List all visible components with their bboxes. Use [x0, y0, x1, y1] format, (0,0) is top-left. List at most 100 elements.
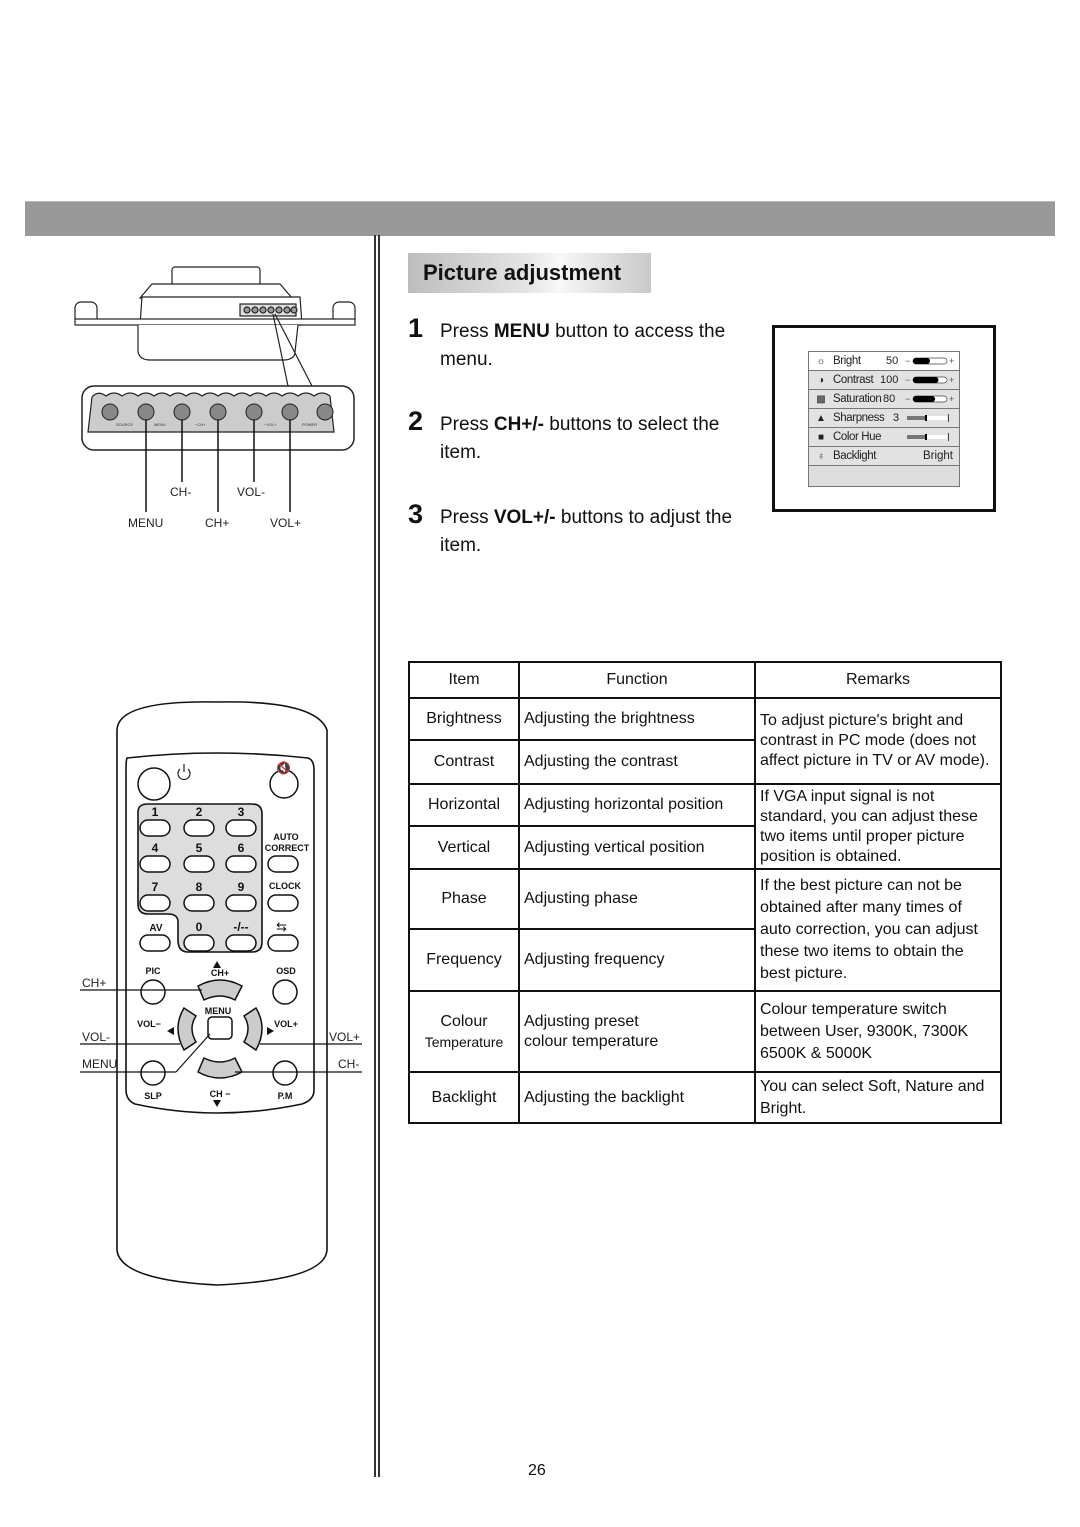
osd-slider[interactable]: − + [905, 356, 955, 366]
svg-text:AUTO: AUTO [273, 832, 298, 842]
monitor-controls-illustration: SOURCE MENU −CH+ −VOL+ POWER [74, 266, 356, 512]
table-row: Horizontal Adjusting horizontal position… [408, 783, 1002, 870]
step-3: 3 Press VOL+/- buttons to adjust the ite… [408, 499, 733, 556]
osd-slider-fill [907, 416, 927, 420]
osd-item-label: Color Hue [833, 431, 882, 443]
sharpness-icon: ▲ [816, 412, 826, 424]
callout-menu: MENU [128, 516, 164, 530]
svg-text:−: − [905, 375, 910, 385]
callout-ch-minus: CH- [170, 485, 192, 499]
svg-text:6: 6 [238, 841, 245, 855]
step-2: 2 Press CH+/- buttons to select the item… [408, 406, 720, 463]
contrast-icon: ◑ [817, 374, 825, 386]
osd-slider[interactable] [905, 432, 955, 442]
svg-text:5: 5 [196, 841, 203, 855]
svg-text:4: 4 [152, 841, 159, 855]
osd-item-label: Saturation [833, 393, 882, 405]
backlight-icon: ♁ [817, 450, 825, 462]
table-row: Backlight Adjusting the backlight You ca… [408, 1071, 1002, 1124]
svg-text:PIC: PIC [145, 966, 161, 976]
power-button-icon [316, 403, 334, 421]
osd-slider-fill [913, 377, 939, 383]
svg-text:−CH+: −CH+ [195, 422, 206, 427]
column-divider [374, 235, 380, 1477]
table-row: Phase Adjusting phase If the best pictur… [408, 868, 1002, 992]
osd-item-label: Bright [833, 355, 861, 367]
table-row: Colour Temperature Adjusting preset colour… [408, 990, 1002, 1073]
section-title: Picture adjustment [408, 253, 651, 293]
osd-item-bright[interactable]: ☼ Bright 50− + [809, 352, 959, 371]
osd-button [272, 979, 298, 1005]
brightness-icon: ☼ [816, 355, 826, 367]
source-button-icon [101, 403, 119, 421]
page-number: 26 [528, 1462, 546, 1479]
svg-text:+: + [949, 394, 954, 404]
callout-vol-minus: VOL- [237, 485, 266, 499]
slp-button [140, 1060, 166, 1086]
color-hue-icon: ■ [817, 431, 825, 443]
picture-adjustment-table: Item Function Remarks Brightness Adjusti… [408, 661, 1002, 1124]
saturation-icon: ▩ [816, 393, 826, 405]
svg-text:2: 2 [196, 805, 203, 819]
mute-icon: 🔇 [276, 761, 291, 775]
menu-button-icon [137, 403, 155, 421]
swap-icon: ⇆ [276, 919, 287, 934]
svg-text:−VOL+: −VOL+ [264, 422, 277, 427]
osd-item-sharpness[interactable]: ▲ Sharpness 3 [809, 409, 959, 428]
svg-text:CLOCK: CLOCK [269, 881, 301, 891]
header-item: Item [408, 661, 520, 699]
menu-button [207, 1016, 233, 1040]
header-remarks: Remarks [754, 661, 1002, 699]
table-row: Brightness Adjusting the brightness To a… [408, 697, 1002, 785]
remote-callout-menu: MENU [82, 1057, 118, 1071]
remote-callout-vol-minus: VOL- [82, 1030, 111, 1044]
osd-item-value: Bright [922, 450, 953, 462]
svg-text:OSD: OSD [276, 966, 296, 976]
svg-text:CH+: CH+ [211, 968, 229, 978]
osd-item-label: Backlight [833, 450, 877, 462]
osd-item-value: 100 [880, 374, 899, 386]
pm-button [272, 1060, 298, 1086]
svg-text:0: 0 [196, 920, 203, 934]
remote-callout-ch-minus: CH- [338, 1057, 360, 1071]
pic-button [140, 979, 166, 1005]
svg-text:+: + [949, 375, 954, 385]
osd-slider-fill [907, 435, 927, 439]
svg-text:POWER: POWER [302, 422, 317, 427]
svg-text:1: 1 [152, 805, 159, 819]
callout-vol-plus: VOL+ [270, 516, 302, 530]
remote-callout-vol-plus: VOL+ [329, 1030, 361, 1044]
osd-menu: ☼ Bright 50− + ◑ Contrast 100− + ▩ Saturation 80− +… [808, 351, 960, 487]
svg-text:VOL+: VOL+ [274, 1019, 298, 1029]
osd-slider-fill [913, 358, 930, 364]
header-function: Function [518, 661, 756, 699]
svg-text:7: 7 [152, 880, 159, 894]
svg-text:CORRECT: CORRECT [265, 843, 310, 853]
monitor-stand-top [171, 266, 261, 286]
osd-item-value: 50 [886, 355, 899, 367]
remote-callout-ch-plus: CH+ [82, 976, 107, 990]
step-1: 1 Press MENU button to access the menu. [408, 313, 726, 370]
osd-item-label: Contrast [833, 374, 874, 386]
svg-text:AV: AV [149, 923, 162, 934]
svg-text:-/--: -/-- [233, 920, 248, 934]
osd-item-saturation[interactable]: ▩ Saturation 80− + [809, 390, 959, 409]
svg-text:SOURCE: SOURCE [116, 422, 133, 427]
svg-text:−: − [905, 394, 910, 404]
svg-text:MENU: MENU [205, 1006, 232, 1016]
svg-text:−: − [905, 356, 910, 366]
osd-slider[interactable] [905, 413, 955, 423]
callout-ch-plus: CH+ [205, 516, 230, 530]
osd-slider[interactable]: − + [905, 394, 955, 404]
svg-text:+: + [949, 356, 954, 366]
svg-text:3: 3 [238, 805, 245, 819]
osd-item-value: 3 [893, 412, 900, 424]
osd-slider[interactable]: − + [905, 375, 955, 385]
remote-control-illustration: 🔇 1 2 3 4 5 6 7 8 9 AV 0 -/-- AUTOCORRECT CLOCK P… [80, 701, 362, 1286]
osd-slider-fill [913, 396, 936, 402]
osd-item-color-hue[interactable]: ■ Color Hue [809, 428, 959, 447]
osd-item-backlight[interactable]: ♁ Backlight Bright [809, 447, 959, 466]
svg-text:SLP: SLP [144, 1091, 162, 1101]
svg-text:VOL−: VOL− [137, 1019, 161, 1029]
osd-item-contrast[interactable]: ◑ Contrast 100− + [809, 371, 959, 390]
